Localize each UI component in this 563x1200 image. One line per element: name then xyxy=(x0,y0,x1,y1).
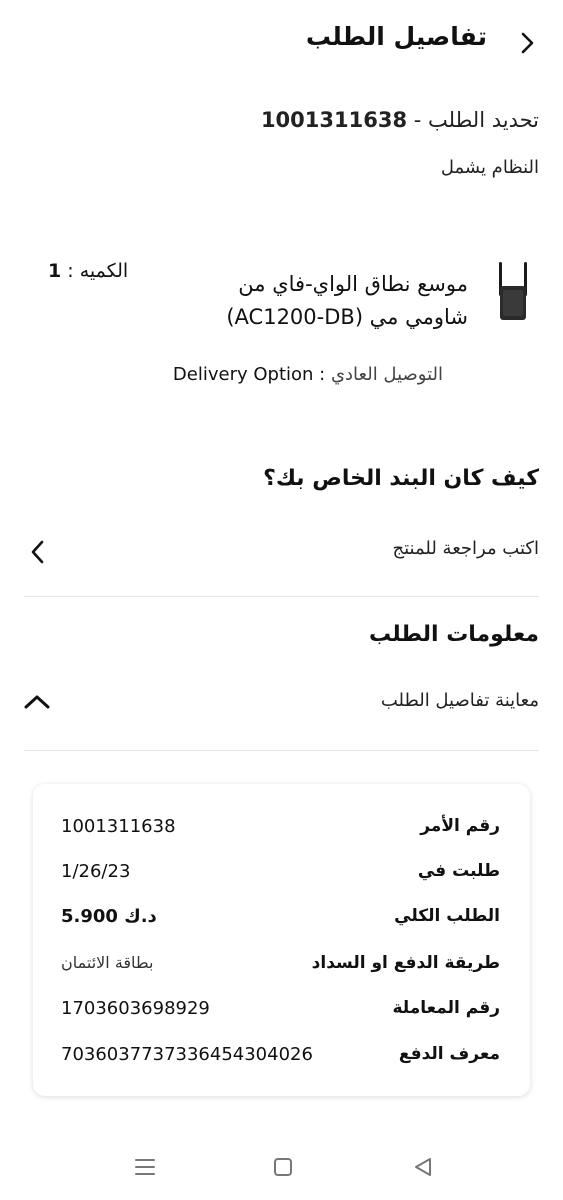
nav-home-button[interactable] xyxy=(268,1152,298,1182)
detail-value: بطاقة الائتمان xyxy=(61,953,154,972)
system-includes-text: النظام يشمل xyxy=(440,157,539,178)
detail-row: معرف الدفع 7036037737336454304026 xyxy=(33,1038,530,1074)
detail-label: رقم المعاملة xyxy=(392,998,500,1018)
collapse-button[interactable] xyxy=(22,692,52,712)
preview-order-details[interactable]: معاينة تفاصيل الطلب xyxy=(381,690,539,711)
divider xyxy=(24,596,539,597)
nav-back-button[interactable] xyxy=(408,1152,438,1182)
detail-label: معرف الدفع xyxy=(398,1044,500,1064)
detail-value: 7036037737336454304026 xyxy=(61,1044,313,1065)
detail-value: 1001311638 xyxy=(61,816,176,837)
review-heading: كيف كان البند الخاص بك؟ xyxy=(263,466,539,491)
order-id-number: 1001311638 xyxy=(260,108,408,132)
triangle-back-icon xyxy=(415,1158,431,1176)
back-button[interactable] xyxy=(515,28,541,58)
page-title: تفاصيل الطلب xyxy=(305,22,487,51)
detail-label: طريقة الدفع او السداد xyxy=(311,953,500,973)
quantity-value: 1 xyxy=(48,260,62,282)
order-id-prefix: تحديد الطلب - xyxy=(407,108,539,132)
detail-value: 1/26/23 xyxy=(61,861,131,882)
nav-menu-button[interactable] xyxy=(130,1152,160,1182)
chevron-right-icon xyxy=(521,32,534,54)
square-icon xyxy=(274,1158,292,1176)
detail-row: رقم الأمر 1001311638 xyxy=(33,810,530,846)
write-review-row[interactable]: اكتب مراجعة للمنتج xyxy=(24,530,539,574)
quantity-label: الكميه : xyxy=(67,260,129,282)
detail-label: رقم الأمر xyxy=(420,816,500,836)
chevron-left-icon xyxy=(31,540,44,564)
review-chevron xyxy=(28,538,48,566)
order-details-card: رقم الأمر 1001311638 طلبت في 1/26/23 الط… xyxy=(33,784,530,1096)
detail-row: طلبت في 1/26/23 xyxy=(33,855,530,891)
detail-label: الطلب الكلي xyxy=(394,906,500,926)
detail-label: طلبت في xyxy=(417,861,500,881)
delivery-label: Delivery Option : xyxy=(172,364,331,385)
detail-value: 1703603698929 xyxy=(61,998,210,1019)
quantity: الكميه : 1 xyxy=(48,260,128,282)
write-review-label: اكتب مراجعة للمنتج xyxy=(392,538,540,559)
detail-row: رقم المعاملة 1703603698929 xyxy=(33,992,530,1028)
product-title[interactable]: موسع نطاق الواي-فاي من شاومي مي (AC1200-… xyxy=(188,268,468,334)
detail-row: طريقة الدفع او السداد بطاقة الائتمان xyxy=(33,947,530,983)
menu-icon xyxy=(135,1159,155,1175)
product-image[interactable] xyxy=(493,260,533,322)
order-id-line: تحديد الطلب - 1001311638 xyxy=(261,108,539,132)
delivery-value: التوصيل العادي xyxy=(330,364,443,385)
divider xyxy=(24,750,539,751)
delivery-option: Delivery Option : التوصيل العادي xyxy=(173,364,443,385)
chevron-up-icon xyxy=(24,695,50,709)
order-info-heading: معلومات الطلب xyxy=(369,622,539,647)
system-nav-bar xyxy=(0,1140,563,1200)
detail-row: الطلب الكلي د.ك 5.900 xyxy=(33,900,530,936)
detail-value: د.ك 5.900 xyxy=(61,906,157,927)
